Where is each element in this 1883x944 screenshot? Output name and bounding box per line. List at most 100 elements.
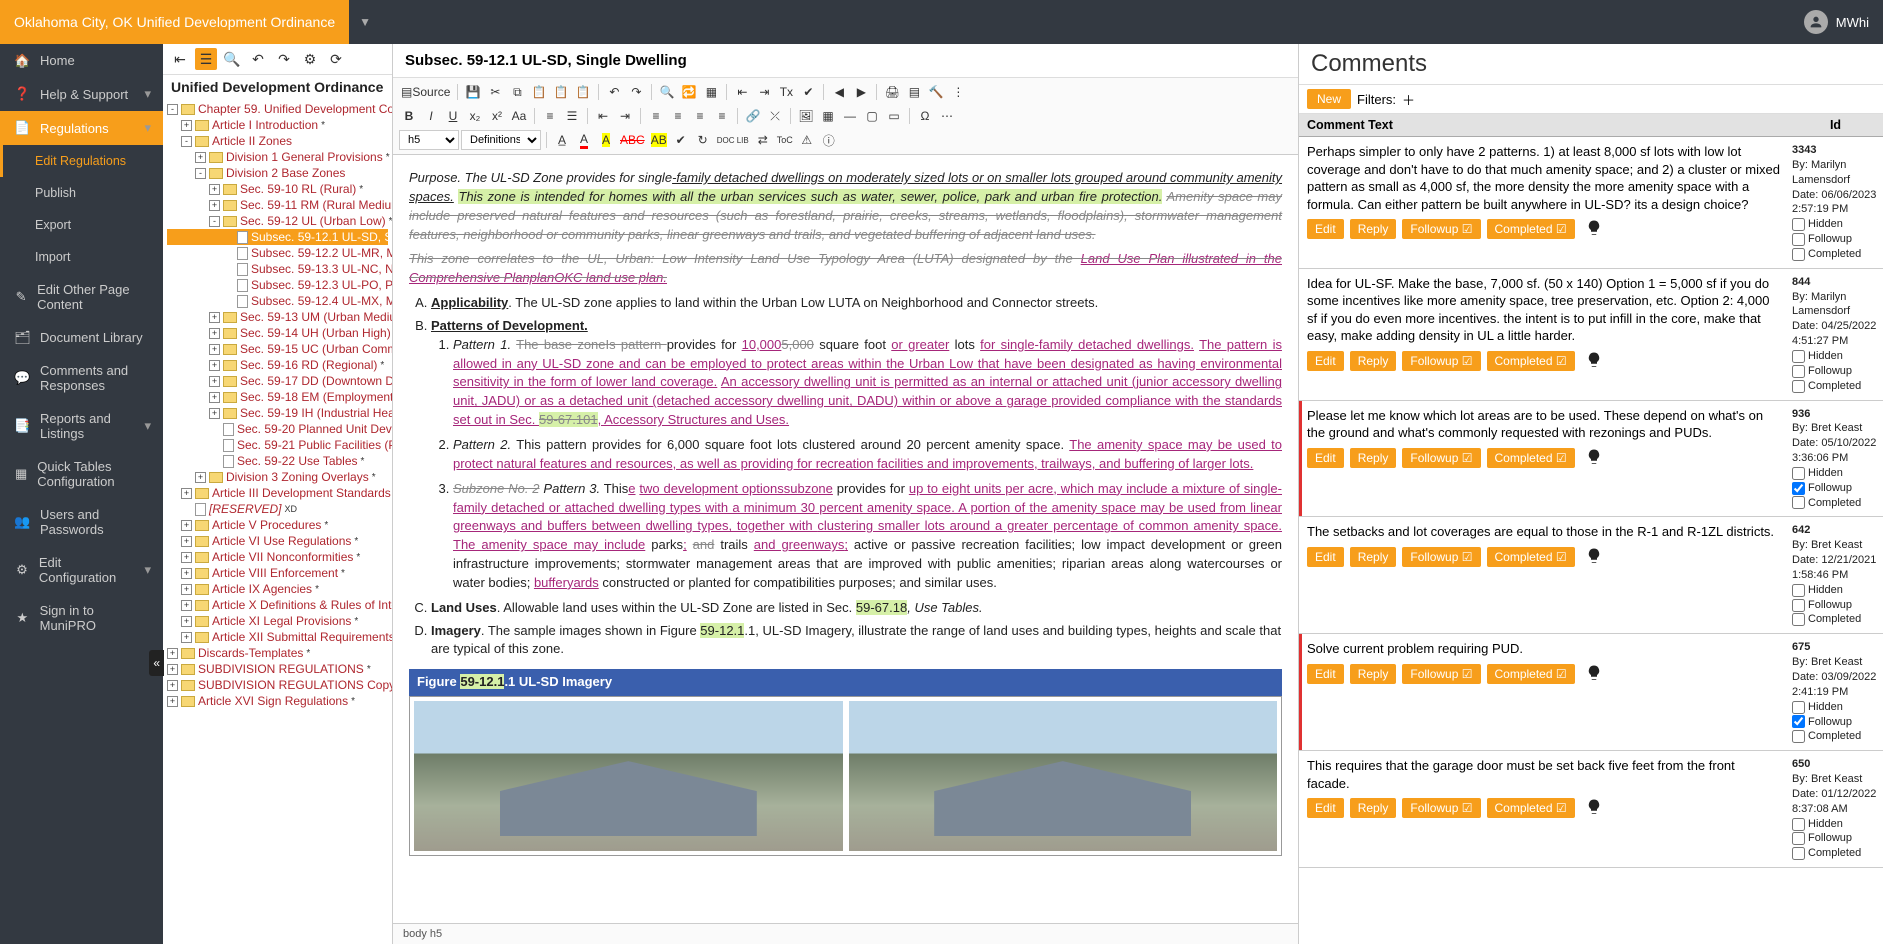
tree-toggle-icon[interactable]: -	[195, 168, 206, 179]
link-icon[interactable]: 🔗	[743, 106, 763, 126]
tree-node[interactable]: +Sec. 59-14 UH (Urban High)*	[167, 325, 388, 341]
tree-node[interactable]: +Sec. 59-18 EM (Employment)*	[167, 389, 388, 405]
followup-checkbox[interactable]: Followup	[1792, 481, 1879, 496]
reply-button[interactable]: Reply	[1350, 547, 1397, 567]
align-center-icon[interactable]: ≡	[668, 106, 688, 126]
strike-track-icon[interactable]: ABC	[618, 130, 647, 150]
tree-toggle-icon[interactable]: +	[181, 584, 192, 595]
completed-checkbox[interactable]: Completed	[1792, 496, 1879, 511]
reply-button[interactable]: Reply	[1350, 351, 1397, 371]
completed-button[interactable]: Completed ☑	[1487, 448, 1575, 468]
more-icon[interactable]: ⋮	[948, 82, 968, 102]
indent2-icon[interactable]: ⇥	[615, 106, 635, 126]
user-avatar-icon[interactable]	[1804, 10, 1828, 34]
tree-toggle-icon[interactable]: +	[209, 376, 220, 387]
edit-button[interactable]: Edit	[1307, 219, 1344, 239]
tree-toggle-icon[interactable]: +	[167, 680, 178, 691]
completed-button[interactable]: Completed ☑	[1487, 219, 1575, 239]
font-icon[interactable]: A̲	[552, 130, 572, 150]
tree-collapse-icon[interactable]: ⇤	[169, 48, 191, 70]
tree-node[interactable]: -Sec. 59-12 UL (Urban Low)*	[167, 213, 388, 229]
completed-button[interactable]: Completed ☑	[1487, 547, 1575, 567]
table-icon[interactable]: ▦	[818, 106, 838, 126]
edit-button[interactable]: Edit	[1307, 664, 1344, 684]
info-icon[interactable]: ⓘ	[819, 130, 839, 150]
tree-node[interactable]: +Sec. 59-15 UC (Urban Commercial)*	[167, 341, 388, 357]
sidebar-item[interactable]: Publish	[0, 177, 163, 209]
hidden-checkbox[interactable]: Hidden	[1792, 217, 1879, 232]
hidden-checkbox[interactable]: Hidden	[1792, 817, 1879, 832]
cut-icon[interactable]: ✂	[485, 82, 505, 102]
unlink-icon[interactable]: ⤫	[765, 106, 785, 126]
sidebar-item[interactable]: ❓Help & Support▾	[0, 77, 163, 111]
edit-button[interactable]: Edit	[1307, 351, 1344, 371]
followup-button[interactable]: Followup ☑	[1402, 664, 1480, 684]
tree-node[interactable]: Subsec. 59-12.4 UL-MX, Mixed Use*	[167, 293, 388, 309]
lightbulb-icon[interactable]	[1585, 798, 1605, 818]
copy-icon[interactable]: ⧉	[507, 82, 527, 102]
object-icon[interactable]: ▢	[862, 106, 882, 126]
tree-toggle-icon[interactable]: +	[209, 344, 220, 355]
tree-node[interactable]: -Chapter 59. Unified Development Code	[167, 101, 388, 117]
source-button[interactable]: ▤ Source	[399, 82, 452, 102]
sidebar-item[interactable]: ★Sign in to MuniPRO	[0, 594, 163, 642]
sidebar-item[interactable]: 👥Users and Passwords	[0, 498, 163, 546]
undo-icon[interactable]: ↶	[604, 82, 624, 102]
tree-toggle-icon[interactable]: +	[181, 488, 192, 499]
completed-checkbox[interactable]: Completed	[1792, 379, 1879, 394]
reply-button[interactable]: Reply	[1350, 798, 1397, 818]
save-icon[interactable]: 💾	[463, 82, 483, 102]
sidebar-item[interactable]: Import	[0, 241, 163, 273]
doclib-icon[interactable]: DOC LIB	[715, 130, 751, 150]
clearfmt-icon[interactable]: Tx	[776, 82, 796, 102]
warn-icon[interactable]: ⚠	[797, 130, 817, 150]
followup-checkbox[interactable]: Followup	[1792, 364, 1879, 379]
tree-node[interactable]: +Article I Introduction*	[167, 117, 388, 133]
tree-redo-icon[interactable]: ↷	[273, 48, 295, 70]
tree-toggle-icon[interactable]: +	[209, 184, 220, 195]
sub-icon[interactable]: x₂	[465, 106, 485, 126]
completed-checkbox[interactable]: Completed	[1792, 612, 1879, 627]
editor-content[interactable]: Purpose. The UL-SD Zone provides for sin…	[393, 155, 1298, 923]
outdent2-icon[interactable]: ⇤	[593, 106, 613, 126]
tree-node[interactable]: +Sec. 59-19 IH (Industrial Heavy)*	[167, 405, 388, 421]
outdent-icon[interactable]: ⇤	[732, 82, 752, 102]
sidebar-item[interactable]: 🗂Document Library	[0, 321, 163, 354]
image-icon[interactable]: 🖼	[796, 106, 816, 126]
align-justify-icon[interactable]: ≡	[712, 106, 732, 126]
redo-icon[interactable]: ↷	[626, 82, 646, 102]
toc-icon[interactable]: ToC	[775, 130, 795, 150]
completed-button[interactable]: Completed ☑	[1487, 664, 1575, 684]
tree-list-icon[interactable]: ☰	[195, 48, 217, 70]
prev-icon[interactable]: ◀	[829, 82, 849, 102]
spellcheck-icon[interactable]: ✔	[798, 82, 818, 102]
reply-button[interactable]: Reply	[1350, 448, 1397, 468]
preview-icon[interactable]: ▤	[904, 82, 924, 102]
completed-checkbox[interactable]: Completed	[1792, 729, 1879, 744]
tree-node[interactable]: Subsec. 59-12.1 UL-SD, Single Dw	[167, 229, 388, 245]
user-name[interactable]: MWhi	[1836, 15, 1869, 30]
edit-button[interactable]: Edit	[1307, 547, 1344, 567]
sidebar-item[interactable]: 💬Comments and Responses	[0, 354, 163, 402]
tree-node[interactable]: -Division 2 Base Zones	[167, 165, 388, 181]
tree-node[interactable]: +Article III Development Standards*	[167, 485, 388, 501]
tree-node[interactable]: +Division 3 Zoning Overlays*	[167, 469, 388, 485]
lightbulb-icon[interactable]	[1585, 351, 1605, 371]
align-right-icon[interactable]: ≡	[690, 106, 710, 126]
tree-toggle-icon[interactable]: +	[209, 408, 220, 419]
tree-node[interactable]: +Article X Definitions & Rules of Interp…	[167, 597, 388, 613]
tree-toggle-icon[interactable]: +	[167, 696, 178, 707]
paste-word-icon[interactable]: 📋	[573, 82, 593, 102]
tree-node[interactable]: +SUBDIVISION REGULATIONS Copy*	[167, 677, 388, 693]
extra-icon[interactable]: ⋯	[937, 106, 957, 126]
tree-toggle-icon[interactable]: +	[181, 568, 192, 579]
tree-node[interactable]: +Article XI Legal Provisions*	[167, 613, 388, 629]
edit-button[interactable]: Edit	[1307, 448, 1344, 468]
tree-toggle-icon[interactable]: +	[167, 664, 178, 675]
tree-node[interactable]: Subsec. 59-12.3 UL-PO, Profession	[167, 277, 388, 293]
tree-toggle-icon[interactable]: +	[167, 648, 178, 659]
followup-button[interactable]: Followup ☑	[1402, 798, 1480, 818]
tree-toggle-icon[interactable]: +	[181, 616, 192, 627]
sidebar-item[interactable]: Edit Regulations	[0, 145, 163, 177]
followup-button[interactable]: Followup ☑	[1402, 547, 1480, 567]
